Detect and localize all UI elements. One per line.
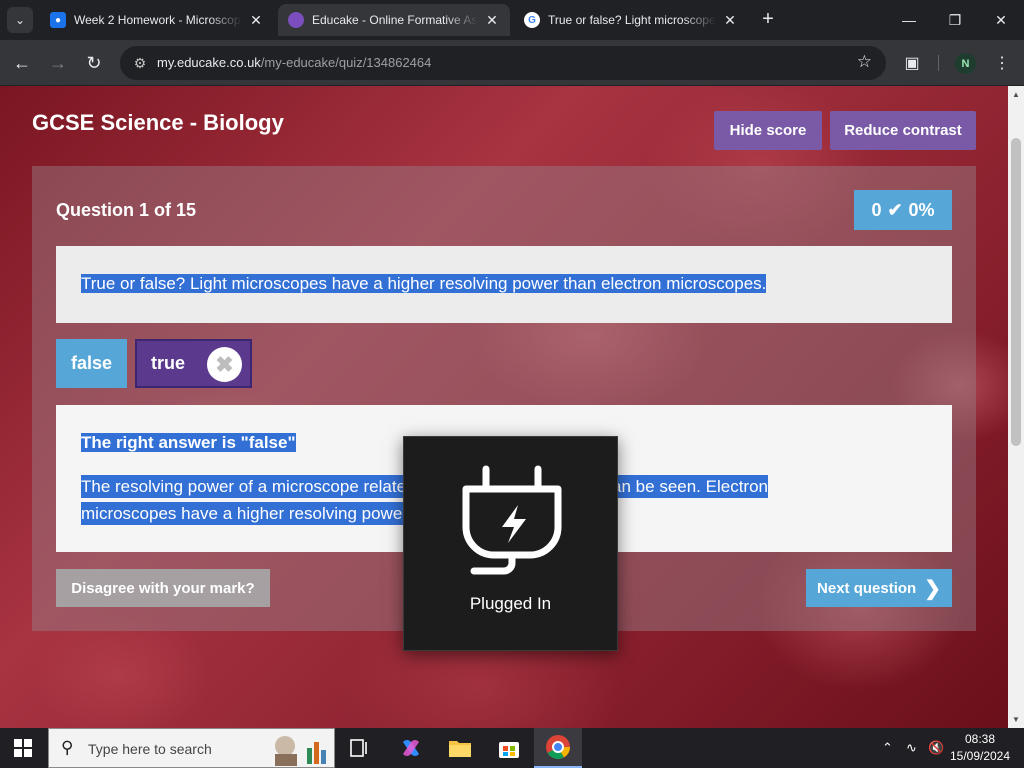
bookmark-star-icon[interactable]: ☆ [857,52,872,72]
tab-week2-homework[interactable]: ● Week 2 Homework - Microscopy ✕ [40,4,274,36]
taskbar: ⚲ Type here to search ⌃ ∿ 🔇 08:38 15/09/… [0,728,1024,768]
answer-false-button[interactable]: false [56,339,127,388]
close-tab-icon[interactable]: ✕ [248,12,264,29]
question-box: True or false? Light microscopes have a … [56,246,952,323]
question-number: Question 1 of 15 [56,200,197,220]
tab-educake[interactable]: Educake - Online Formative Assessment ✕ [278,4,510,36]
search-icon: ⚲ [61,738,74,757]
site-settings-icon[interactable]: ⚙ [128,51,152,75]
task-view-icon[interactable] [346,734,374,762]
page-title: GCSE Science - Biology [32,110,284,135]
scrollbar-thumb[interactable] [1011,138,1021,446]
restore-icon: ❐ [948,11,962,28]
scroll-down-icon[interactable]: ▼ [1008,715,1024,724]
tab-title: Week 2 Homework - Microscopy [74,13,242,27]
explanation-title: The right answer is "false" [81,433,296,452]
clock-time: 08:38 [964,732,996,746]
close-icon: ✕ [995,11,1007,28]
search-placeholder: Type here to search [88,741,212,757]
answer-true-button[interactable]: true ✖ [135,339,252,388]
clock-date: 15/09/2024 [949,749,1011,763]
scroll-up-icon[interactable]: ▲ [1008,90,1024,99]
hide-score-button[interactable]: Hide score [714,111,822,150]
chrome-taskbar-button[interactable] [534,728,582,768]
toolbar-divider [938,55,939,71]
question-text: True or false? Light microscopes have a … [81,274,767,293]
score-count: 0 [871,199,882,220]
browser-menu-icon[interactable]: ⋮ [993,52,1011,76]
tab-google-search[interactable]: G True or false? Light microscopes ✕ [514,4,748,36]
url-text[interactable]: my.educake.co.uk/my-educake/quiz/1348624… [157,55,431,70]
address-bar[interactable]: ⚙ my.educake.co.uk/my-educake/quiz/13486… [120,46,886,80]
extensions-icon[interactable]: ▣ [900,52,924,76]
back-button[interactable]: ← [10,51,34,75]
microsoft-store-icon[interactable] [495,734,523,762]
next-question-label: Next question [817,579,917,597]
forward-button[interactable]: → [46,51,70,75]
volume-muted-icon[interactable]: 🔇 [928,740,944,756]
minimize-button[interactable]: — [886,0,932,40]
power-plug-icon [462,465,562,575]
chrome-icon [546,735,570,760]
network-icon[interactable]: ∿ [906,740,917,756]
tab-title: Educake - Online Formative Assessment [312,13,478,27]
file-explorer-icon[interactable] [446,734,474,762]
google-icon: G [524,12,540,28]
close-window-button[interactable]: ✕ [978,0,1024,40]
new-tab-button[interactable]: + [757,8,779,30]
score-badge: 0 ✔ 0% [854,190,952,230]
tab-title: True or false? Light microscopes [548,13,716,27]
chevron-right-icon: ❯ [924,577,941,600]
show-hidden-icons[interactable]: ⌃ [882,740,893,756]
wrong-x-icon: ✖ [207,347,242,382]
reload-button[interactable]: ↻ [82,51,106,75]
taskbar-clock[interactable]: 08:38 15/09/2024 [948,731,1012,765]
educake-icon [288,12,304,28]
disagree-button[interactable]: Disagree with your mark? [56,569,270,607]
start-button[interactable] [14,739,32,757]
url-path: /my-educake/quiz/134862464 [260,55,432,70]
reduce-contrast-button[interactable]: Reduce contrast [830,111,976,150]
search-highlight-icon [275,736,326,766]
osd-label: Plugged In [469,594,552,613]
page-scrollbar[interactable]: ▲ ▼ [1008,86,1024,728]
restore-button[interactable]: ❐ [932,0,978,40]
score-percent: 0% [908,199,935,220]
url-domain: my.educake.co.uk [157,55,261,70]
answer-true-label: true [151,353,186,373]
close-tab-icon[interactable]: ✕ [722,12,738,29]
checkmark-icon: ✔ [887,199,903,220]
power-notification: Plugged In [403,436,618,651]
minimize-icon: — [902,12,916,28]
arrow-left-icon: ← [13,53,31,73]
classroom-icon: ● [50,12,66,28]
windows-logo-icon [14,739,22,747]
tab-search-button[interactable]: ⌄ [7,7,33,33]
copilot-icon[interactable] [397,734,425,762]
taskbar-search[interactable]: ⚲ Type here to search [48,728,335,768]
profile-avatar[interactable]: N [955,53,976,74]
close-tab-icon[interactable]: ✕ [484,12,500,29]
tab-strip: ⌄ ● Week 2 Homework - Microscopy ✕ Educa… [0,0,1024,40]
next-question-button[interactable]: Next question ❯ [806,569,952,607]
reload-icon: ↻ [86,53,102,73]
chevron-down-icon: ⌄ [14,13,26,27]
arrow-right-icon: → [49,53,67,73]
